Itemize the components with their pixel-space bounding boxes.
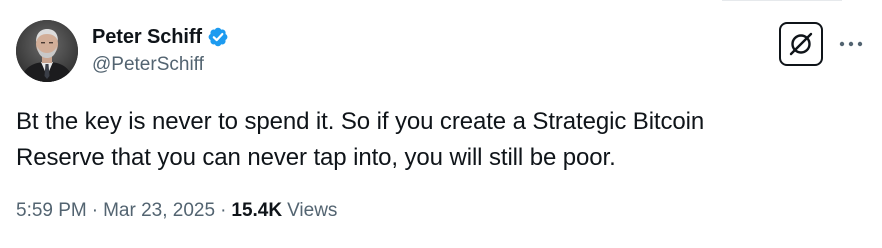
author-name-row: Peter Schiff bbox=[92, 24, 229, 50]
grok-button[interactable] bbox=[779, 22, 823, 66]
views-count[interactable]: 15.4K bbox=[231, 200, 282, 222]
more-icon bbox=[839, 41, 863, 47]
author-display-name[interactable]: Peter Schiff bbox=[92, 26, 202, 49]
tweet-meta: 5:59 PM · Mar 23, 2025 · 15.4K Views bbox=[16, 200, 337, 222]
tweet-card: Peter Schiff @PeterSchiff Bt the key is … bbox=[0, 0, 882, 248]
profile-photo-icon bbox=[16, 20, 78, 82]
verified-badge-icon[interactable] bbox=[207, 26, 229, 48]
more-options-button[interactable] bbox=[836, 32, 866, 56]
author-info: Peter Schiff @PeterSchiff bbox=[92, 24, 229, 76]
grok-icon bbox=[789, 32, 813, 56]
tweet-date[interactable]: Mar 23, 2025 bbox=[103, 200, 215, 222]
meta-separator: · bbox=[91, 200, 99, 221]
divider bbox=[722, 0, 842, 1]
avatar[interactable] bbox=[16, 20, 78, 82]
tweet-time[interactable]: 5:59 PM bbox=[16, 200, 87, 222]
tweet-text: Bt the key is never to spend it. So if y… bbox=[16, 108, 705, 171]
author-handle[interactable]: @PeterSchiff bbox=[92, 54, 229, 76]
views-label: Views bbox=[287, 200, 338, 221]
meta-separator: · bbox=[220, 200, 227, 221]
